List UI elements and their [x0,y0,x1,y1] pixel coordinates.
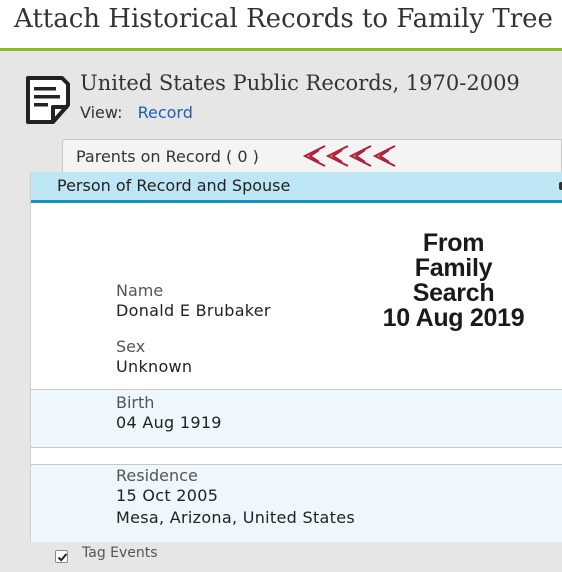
residence-row [31,465,562,542]
date-stamp-annotation: From Family Search 10 Aug 2019 [361,231,546,331]
document-icon [26,76,70,124]
name-value: Donald E Brubaker [116,301,271,320]
birth-date: 04 Aug 1919 [116,413,222,432]
residence-label: Residence [116,466,198,485]
record-source-title: United States Public Records, 1970-2009 [80,71,520,95]
tag-events-label: Tag Events [82,545,158,561]
residence-place: Mesa, Arizona, United States [116,508,355,527]
tab-parents-on-record[interactable]: Parents on Record ( 0 ) [62,139,562,172]
page-title: Attach Historical Records to Family Tree [14,4,553,34]
residence-date: 15 Oct 2005 [116,486,219,505]
arrow-annotation-icon [303,145,396,167]
card-header-label: Person of Record and Spouse [57,176,291,195]
stamp-line-3: Search [412,279,495,307]
birth-label: Birth [116,393,155,412]
tag-events-checkbox[interactable] [55,550,68,563]
card-header: Person of Record and Spouse [31,172,562,203]
tab-parents-label: Parents on Record ( 0 ) [76,147,259,166]
spacer-row [31,448,562,464]
sex-value: Unknown [116,357,193,376]
stamp-line-4: 10 Aug 2019 [382,304,525,332]
page-header: Attach Historical Records to Family Tree [0,0,562,51]
stamp-line-1: From [422,229,485,257]
view-label: View: [80,103,123,122]
person-record-card: Person of Record and Spouse From Family … [30,172,562,542]
checkbox-icon [57,553,68,562]
view-record-link[interactable]: Record [138,103,193,122]
name-label: Name [116,281,164,300]
sex-label: Sex [116,337,146,356]
stamp-line-2: Family [414,254,493,282]
view-row: View: Record [80,103,193,122]
record-panel: United States Public Records, 1970-2009 … [0,51,562,572]
birth-row [31,390,562,447]
